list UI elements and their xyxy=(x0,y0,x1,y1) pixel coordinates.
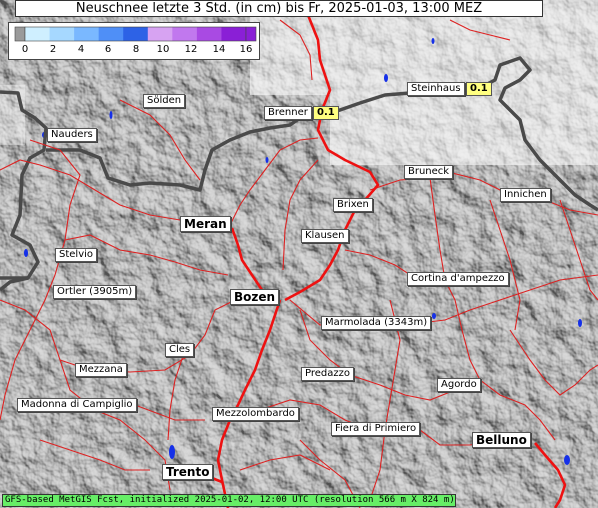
legend-tick: 0 xyxy=(21,44,29,55)
place-label-mezzolombardo: Mezzolombardo xyxy=(212,407,299,421)
legend-swatch xyxy=(74,27,99,41)
legend-swatch xyxy=(123,27,149,41)
legend-below-scale xyxy=(14,26,26,42)
snowfall-value-steinhaus: 0.1 xyxy=(466,82,492,96)
legend-tick: 12 xyxy=(184,44,198,55)
place-label-mezzana: Mezzana xyxy=(75,363,127,377)
lake xyxy=(109,111,113,119)
legend-tick-labels: 0 2 4 6 8 10 12 14 16 xyxy=(9,44,261,58)
legend-swatch xyxy=(49,27,75,41)
place-label-innichen: Innichen xyxy=(500,188,551,202)
place-label-steinhaus: Steinhaus xyxy=(407,82,465,96)
place-label-agordo: Agordo xyxy=(437,378,481,392)
lake xyxy=(564,455,570,465)
lake xyxy=(169,445,175,459)
place-label-soelden: Sölden xyxy=(143,94,186,108)
legend-swatch xyxy=(147,27,173,41)
place-label-klausen: Klausen xyxy=(301,229,349,243)
place-label-predazzo: Predazzo xyxy=(301,367,354,381)
map-title: Neuschnee letzte 3 Std. (in cm) bis Fr, … xyxy=(15,0,543,17)
place-label-cles: Cles xyxy=(165,343,195,357)
legend-swatches xyxy=(24,26,247,42)
lake xyxy=(384,74,388,82)
place-label-meran: Meran xyxy=(180,216,231,232)
place-label-ortler: Ortler (3905m) xyxy=(53,285,137,299)
lake xyxy=(432,313,436,319)
legend-swatch xyxy=(25,27,50,41)
lake xyxy=(24,249,28,257)
legend-tick: 4 xyxy=(77,44,85,55)
place-label-bruneck: Bruneck xyxy=(404,165,454,179)
legend-tick: 6 xyxy=(104,44,112,55)
model-info-footer: GFS-based MetGIS Fcst, initialized 2025-… xyxy=(2,494,456,507)
place-label-trento: Trento xyxy=(162,464,214,480)
snowfall-legend: 0 2 4 6 8 10 12 14 16 xyxy=(8,22,260,60)
legend-swatch xyxy=(196,27,222,41)
place-label-brenner: Brenner xyxy=(264,106,312,120)
place-label-brixen: Brixen xyxy=(333,198,373,212)
place-label-cortina: Cortina d'ampezzo xyxy=(407,272,509,286)
legend-swatch xyxy=(221,27,247,41)
place-label-stelvio: Stelvio xyxy=(55,248,98,262)
legend-above-scale xyxy=(245,26,257,42)
snowfall-value-brenner: 0.1 xyxy=(313,106,339,120)
place-label-nauders: Nauders xyxy=(47,128,97,142)
place-label-bozen: Bozen xyxy=(230,289,280,305)
legend-color-bar xyxy=(14,26,257,42)
legend-tick: 14 xyxy=(212,44,226,55)
lake xyxy=(578,319,582,327)
legend-swatch xyxy=(98,27,124,41)
legend-tick: 2 xyxy=(49,44,57,55)
legend-tick: 16 xyxy=(239,44,253,55)
place-label-fiera-di-primiero: Fiera di Primiero xyxy=(331,422,421,436)
lake xyxy=(265,157,269,163)
legend-tick: 8 xyxy=(132,44,140,55)
place-label-belluno: Belluno xyxy=(472,432,531,448)
place-label-madonna-di-campiglio: Madonna di Campiglio xyxy=(17,398,137,412)
place-label-marmolada: Marmolada (3343m) xyxy=(321,316,432,330)
lake xyxy=(431,38,435,44)
legend-swatch xyxy=(172,27,198,41)
legend-tick: 10 xyxy=(156,44,170,55)
